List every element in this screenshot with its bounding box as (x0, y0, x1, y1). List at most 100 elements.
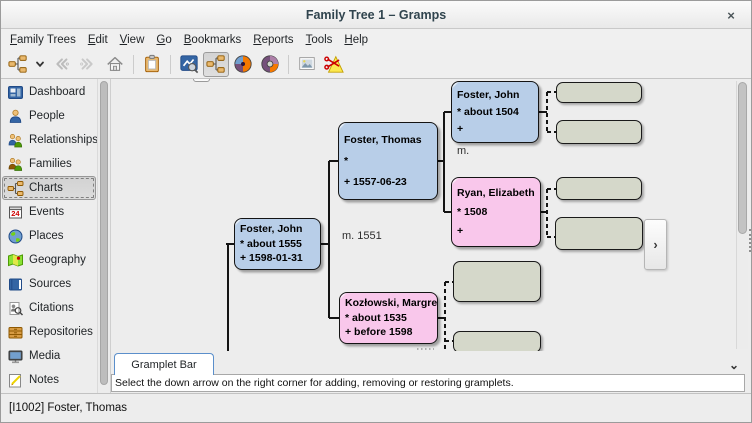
toolbar-separator (288, 54, 289, 74)
person-birth: * 1508 (457, 205, 488, 218)
media-icon (8, 350, 23, 363)
person-box-kozlowski-margret[interactable]: Kozłowski, Margret * about 1535 + before… (339, 292, 438, 344)
close-icon[interactable]: × (723, 7, 739, 23)
gramplet-message-text: Select the down arrow on the right corne… (115, 377, 514, 389)
fan-chart-descendant-icon (261, 55, 279, 73)
active-person-status: [I1002] Foster, Thomas (9, 402, 128, 414)
show-more-generations-button[interactable]: › (644, 219, 667, 270)
gramplet-bar: Gramplet Bar ⌄ (111, 351, 751, 375)
sidebar-item-label: Sources (29, 278, 72, 290)
marriage-label-1551: m. 1551 (342, 230, 382, 242)
menu-go[interactable]: Go (150, 32, 177, 48)
canvas-scrollbar-thumb[interactable] (738, 82, 747, 234)
sidebar-scrollbar[interactable] (97, 79, 110, 393)
menubar: Family Trees Edit View Go Bookmarks Repo… (1, 29, 751, 50)
sidebar-item-events[interactable]: 24 Events (2, 200, 96, 224)
pedigree-view-icon[interactable] (203, 51, 229, 77)
toolbar-separator (170, 54, 171, 74)
person-name: Foster, John (457, 88, 520, 101)
menu-view[interactable]: View (114, 32, 151, 48)
scissors-snapshot-icon[interactable] (321, 52, 347, 77)
gramplet-bar-tab[interactable]: Gramplet Bar (114, 353, 214, 375)
sidebar-item-media[interactable]: Media (2, 344, 96, 368)
unknown-person-box[interactable] (556, 177, 642, 200)
sidebar-item-places[interactable]: Places (2, 224, 96, 248)
sidebar-item-dashboard[interactable]: Dashboard (2, 80, 96, 104)
notes-icon (9, 373, 21, 387)
person-death: + before 1598 (345, 326, 413, 339)
sidebar-item-notes[interactable]: Notes (2, 368, 96, 392)
sidebar-item-charts[interactable]: Charts (2, 176, 96, 200)
clipboard-icon[interactable] (139, 52, 165, 77)
sidebar-item-geography[interactable]: Geography (2, 248, 96, 272)
sidebar-item-people[interactable]: People (2, 104, 96, 128)
fan-chart-descendant-icon[interactable] (257, 52, 283, 77)
offscreen-box-fragment (193, 79, 210, 82)
menu-help[interactable]: Help (338, 32, 374, 48)
sidebar-item-label: Charts (29, 182, 63, 194)
sidebar-item-label: Relationships (29, 134, 99, 146)
citations-icon (9, 301, 24, 316)
sidebar-item-citations[interactable]: Citations (2, 296, 96, 320)
sidebar-item-label: People (29, 110, 65, 122)
unknown-person-box[interactable] (453, 261, 541, 302)
person-name: Ryan, Elizabeth (457, 186, 535, 199)
person-box-foster-thomas[interactable]: Foster, Thomas * + 1557-06-23 (338, 122, 438, 200)
pedigree-tree-icon[interactable] (5, 52, 31, 77)
unknown-person-box[interactable] (453, 331, 541, 351)
person-birth: * about 1555 (240, 237, 302, 250)
chart-gramplet-icon[interactable] (176, 52, 202, 77)
titlebar: Family Tree 1 – Gramps × (1, 1, 751, 29)
sidebar-item-label: Families (29, 158, 72, 170)
gramplet-collapse-chevron-icon[interactable]: ⌄ (729, 359, 739, 371)
image-export-icon[interactable] (294, 52, 320, 77)
toolbar (1, 50, 751, 79)
scissors-snapshot-icon (324, 55, 344, 73)
forward-arrow-icon[interactable] (75, 52, 101, 77)
canvas-scrollbar[interactable] (736, 81, 748, 349)
gramplet-bar-tab-label: Gramplet Bar (131, 358, 197, 371)
back-arrow-icon[interactable] (48, 52, 74, 77)
unknown-person-box[interactable] (555, 217, 643, 250)
pedigree-canvas[interactable]: Foster, John * about 1555 + 1598-01-31 F… (111, 79, 751, 351)
unknown-person-box[interactable] (556, 82, 642, 103)
fan-chart-icon (234, 55, 252, 73)
person-box-foster-john-1504[interactable]: Foster, John * about 1504 + (451, 81, 539, 143)
person-name: Foster, John (240, 223, 303, 236)
sidebar-item-repositories[interactable]: Repositories (2, 320, 96, 344)
menu-reports[interactable]: Reports (247, 32, 299, 48)
sidebar-item-sources[interactable]: Sources (2, 272, 96, 296)
sidebar-scrollbar-thumb[interactable] (100, 81, 108, 385)
toolbar-separator (133, 54, 134, 74)
gramplet-message-strip: Select the down arrow on the right corne… (111, 374, 745, 392)
repositories-icon (8, 326, 23, 338)
sources-icon (9, 278, 22, 290)
person-box-ryan-elizabeth[interactable]: Ryan, Elizabeth * 1508 + (451, 177, 541, 247)
sidebar-item-relationships[interactable]: Relationships (2, 128, 99, 152)
clipboard-icon (145, 54, 159, 73)
menu-edit[interactable]: Edit (82, 32, 114, 48)
places-icon (8, 229, 23, 243)
sidebar-item-label: Events (29, 206, 65, 218)
sidebar-item-label: Dashboard (29, 86, 86, 98)
gramps-window: Family Tree 1 – Gramps × Family Trees Ed… (0, 0, 752, 423)
person-death: + 1598-01-31 (240, 252, 303, 265)
chevron-down-icon[interactable] (32, 52, 47, 77)
unknown-person-box[interactable] (556, 120, 642, 144)
person-death: + 1557-06-23 (344, 175, 407, 188)
fan-chart-icon[interactable] (230, 52, 256, 77)
home-icon[interactable] (102, 52, 128, 77)
sidebar-item-label: Repositories (29, 326, 93, 338)
window-title: Family Tree 1 – Gramps (305, 7, 447, 22)
sidebar-item-label: Geography (29, 254, 86, 266)
person-box-foster-john-1555[interactable]: Foster, John * about 1555 + 1598-01-31 (234, 218, 321, 270)
category-sidebar: Dashboard People Relationships Families … (1, 79, 111, 393)
sidebar-item-families[interactable]: Families (2, 152, 96, 176)
pane-grip-dots[interactable] (749, 229, 751, 252)
menu-family-trees[interactable]: Family Trees (4, 32, 82, 48)
menu-tools[interactable]: Tools (300, 32, 339, 48)
dashboard-icon (8, 85, 23, 99)
geography-icon (8, 253, 23, 267)
menu-bookmarks[interactable]: Bookmarks (178, 32, 248, 48)
person-birth: * about 1535 (345, 311, 407, 324)
